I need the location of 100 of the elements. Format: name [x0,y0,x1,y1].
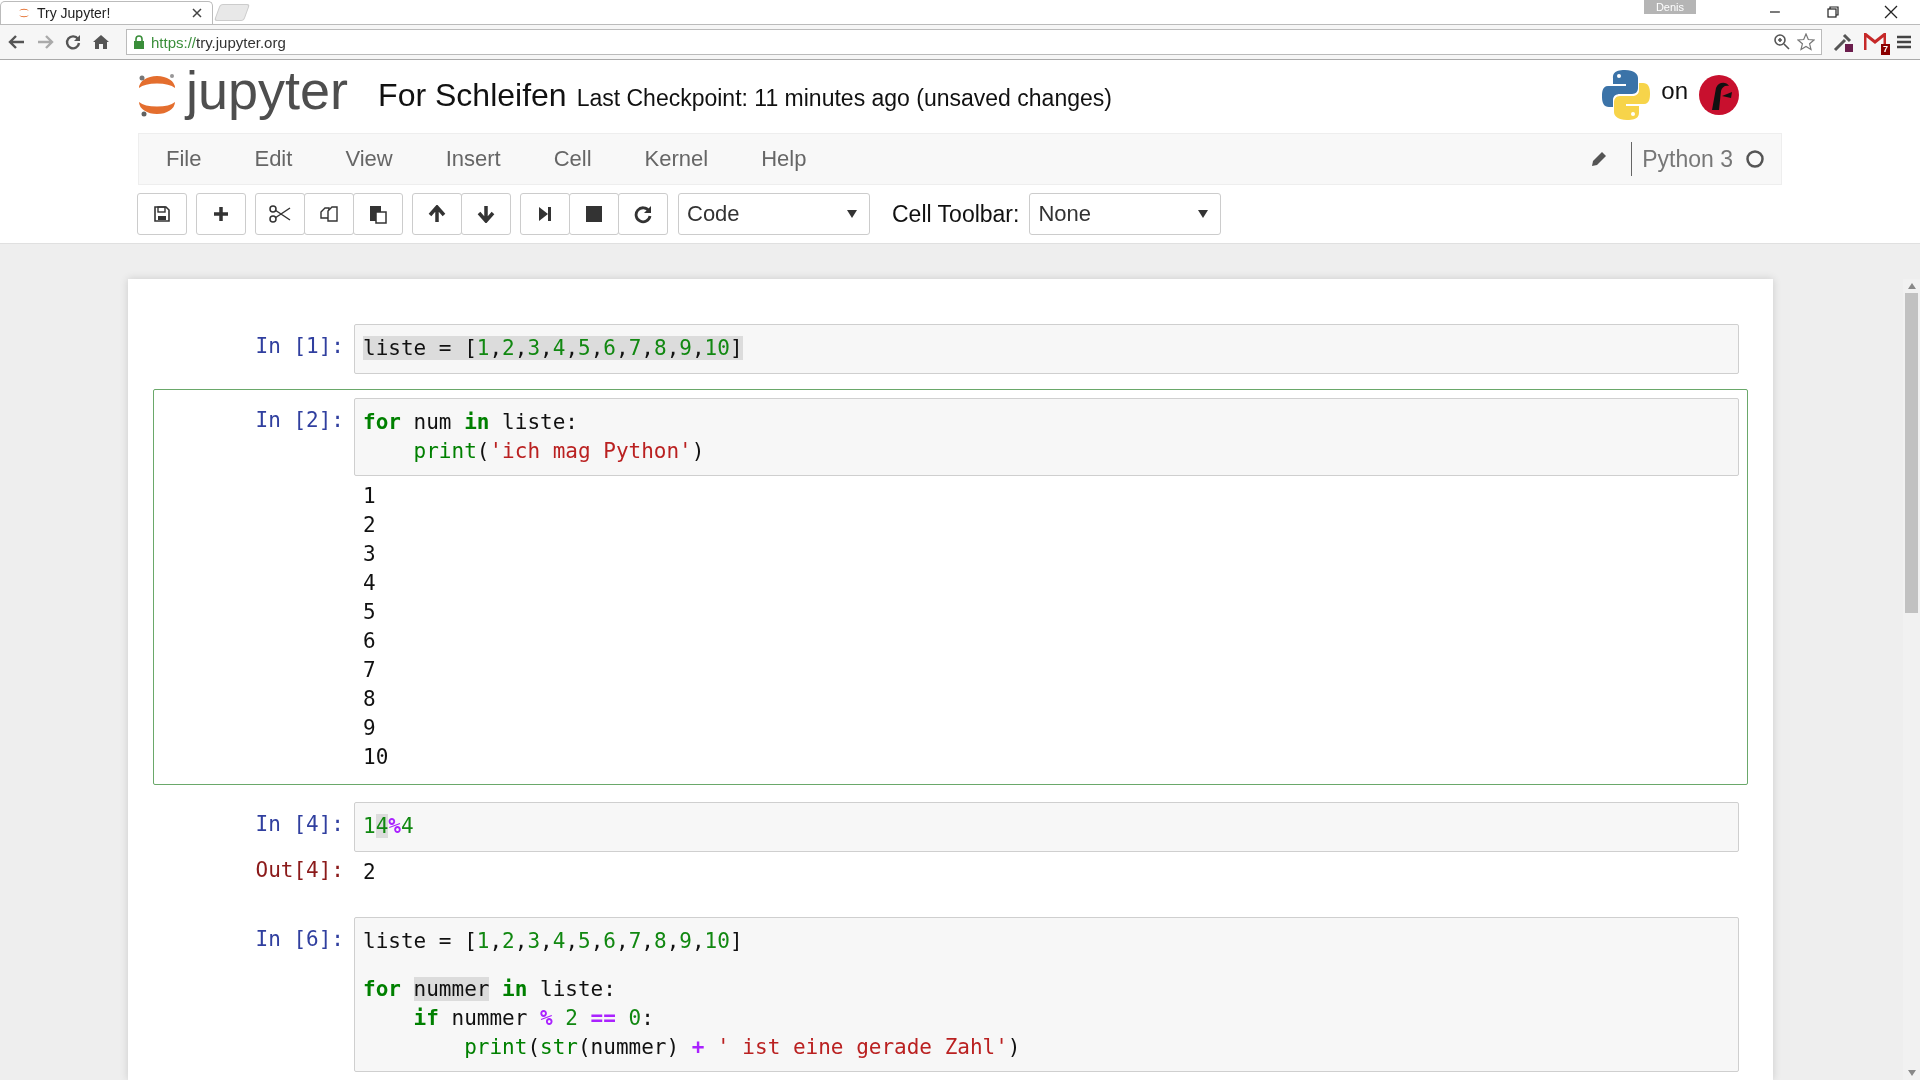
code-token: 4 [552,929,566,953]
output-text: 2 [363,512,377,539]
code-token: liste = [ [363,929,477,953]
code-token: print [463,1035,528,1059]
copy-button[interactable] [304,193,354,235]
restore-icon[interactable] [1826,5,1840,19]
code-token: (nummer) [577,1035,681,1059]
code-token: num [412,410,453,434]
code-token: 3 [527,929,541,953]
code-token: for [363,410,401,434]
code-token: ' ist eine gerade Zahl' [717,1035,1008,1059]
code-token: for [363,977,402,1001]
menu-icon[interactable] [1896,34,1912,50]
code-token: 5 [578,336,591,360]
code-token: 3 [527,336,541,360]
code-token: print [412,439,477,463]
code-token: , [489,336,503,360]
menu-item[interactable]: View [345,146,393,172]
run-button[interactable] [520,193,570,235]
input-prompt: In [1]: [254,333,345,360]
notebook-cell[interactable]: In [1]: liste = [1,2,3,4,5,6,7,8,9,10] [153,315,1748,381]
code-token: % [540,1006,553,1030]
save-button[interactable] [137,193,187,235]
code-editor[interactable]: liste = [1,2,3,4,5,6,7,8,9,10] [354,324,1739,374]
cut-button[interactable] [255,193,305,235]
scroll-down-icon[interactable] [1907,1070,1916,1076]
browser-tab[interactable]: Try Jupyter! [0,1,213,24]
scissors-icon [269,205,291,223]
output-text: 10 [363,744,389,771]
paste-button[interactable] [353,193,403,235]
close-icon[interactable] [1884,5,1898,19]
back-icon[interactable] [8,33,26,51]
code-token: str [540,1035,578,1059]
code-token: : [641,1006,654,1030]
zoom-icon[interactable] [1773,33,1791,51]
code-token: 1 [363,814,376,838]
code-token: 6 [603,336,616,360]
copy-icon [319,204,339,224]
code-token: , [616,929,629,953]
input-prompt: In [6]: [254,926,345,953]
notebook-cell[interactable]: In [6]: liste = [1,2,3,4,5,6,7,8,9,10] for nummer in liste: if nummer % 2 == 0: print(str(nummer) + ' ist eine gerade Zahl') [153,908,1748,1079]
caret-icon [847,210,857,218]
menu-item[interactable]: Kernel [644,146,709,172]
star-icon[interactable] [1797,33,1815,51]
close-icon[interactable] [192,8,202,18]
code-editor[interactable]: for num in liste: print('ich mag Python') [354,398,1739,476]
move-up-button[interactable] [412,193,462,235]
code-token: 7 [628,929,642,953]
code-token: 2 [564,1006,578,1030]
code-token: == [589,1006,616,1030]
move-down-button[interactable] [461,193,511,235]
output-text: 9 [363,715,377,742]
stop-icon [585,205,603,223]
menu-item[interactable]: Help [761,146,807,172]
mail-extension-button[interactable]: 7 [1864,33,1886,51]
code-token: 4 [400,814,414,838]
code-token: ) [691,439,705,463]
restart-button[interactable] [618,193,668,235]
eyedropper-icon[interactable] [1832,31,1854,53]
python-logo-icon [1601,69,1652,121]
mail-icon [1864,33,1886,51]
code-token: ( [476,439,490,463]
paste-icon [368,204,388,224]
menu-item[interactable]: Cell [553,146,592,172]
notebook-cell[interactable]: In [2]: for num in liste: print('ich mag Python') 1 2 3 4 5 6 7 8 9 10 [153,389,1748,785]
insert-cell-button[interactable] [196,193,246,235]
code-editor[interactable]: liste = [1,2,3,4,5,6,7,8,9,10] for nummer in liste: if nummer % 2 == 0: print(str(nummer) + ' ist eine gerade Zahl') [354,917,1739,1072]
output-text: 4 [363,570,377,597]
notebook-cell[interactable]: In [4]: 14%4 Out[4]: 2 [153,793,1748,900]
hosted-on-text: on [1661,77,1688,105]
code-token: 2 [502,929,515,953]
output-text: 1 [363,483,377,510]
home-icon[interactable] [92,33,110,51]
address-bar[interactable]: https://try.jupyter.org [126,29,1822,55]
code-token: , [641,336,654,360]
reload-icon[interactable] [64,33,82,51]
menu-item[interactable]: Edit [254,146,293,172]
code-token: nummer [413,977,490,1001]
menu-item[interactable]: Insert [445,146,501,172]
jupyter-logo[interactable]: jupyter [136,63,349,127]
cell-toolbar-select[interactable]: None [1029,193,1222,235]
output-text: 8 [363,686,377,713]
output-prompt: Out[4]: [255,858,344,882]
code-token: , [540,929,553,953]
code-token: 1 [476,929,490,953]
code-token: , [666,929,680,953]
code-token: + [691,1035,706,1059]
code-editor[interactable]: 14%4 [354,802,1739,852]
output-text: 3 [363,541,377,568]
notebook-title[interactable]: For Schleifen [378,76,567,114]
scroll-up-icon[interactable] [1907,283,1916,289]
interrupt-button[interactable] [569,193,619,235]
code-token: , [565,336,579,360]
code-token: if [412,1006,439,1030]
menu-item[interactable]: File [166,146,202,172]
kernel-name: Python 3 [1642,145,1733,173]
code-token: ( [527,1035,541,1059]
code-token: , [590,929,604,953]
cell-type-select[interactable]: Code [678,193,870,235]
step-forward-icon [537,205,553,223]
